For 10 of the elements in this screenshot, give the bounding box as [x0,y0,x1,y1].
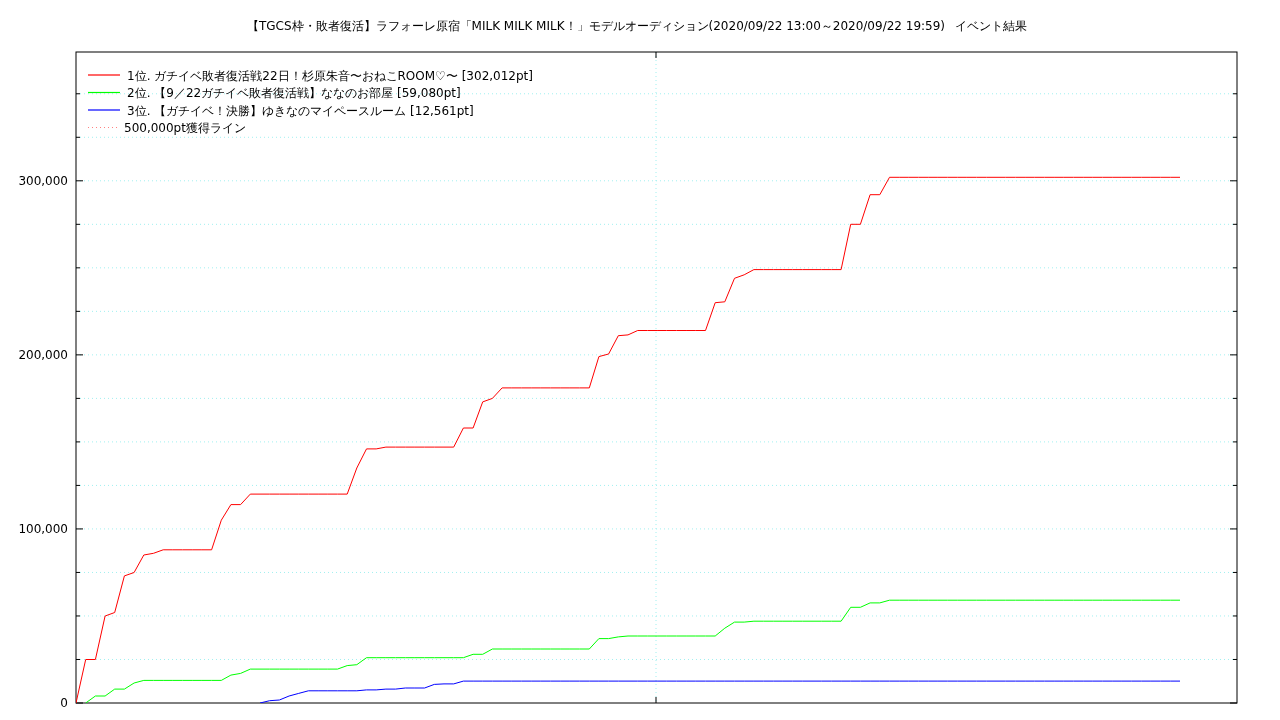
legend-label: 2位. 【9／22ガチイベ敗者復活戦】ななのお部屋 [59,080pt] [127,86,461,100]
y-tick-label: 300,000 [18,173,68,188]
legend-label: 1位. ガチイベ敗者復活戦22日！杉原朱音〜おねこROOM♡〜 [302,012pt] [127,68,533,83]
y-tick-label: 0 [60,696,68,710]
chart-caption: イベント結果 [955,19,1027,33]
y-tick-label: 100,000 [18,521,68,536]
legend-label: 3位. 【ガチイベ！決勝】ゆきなのマイペースルーム [12,561pt] [127,103,474,118]
legend-label: 500,000pt獲得ライン [124,121,246,135]
y-tick-label: 200,000 [18,347,68,362]
chart-title: 【TGCS枠・敗者復活】ラフォーレ原宿「MILK MILK MILK！」モデルオーディション(2020/09/22 13:00～2020/09/22 19:59) [246,19,946,33]
